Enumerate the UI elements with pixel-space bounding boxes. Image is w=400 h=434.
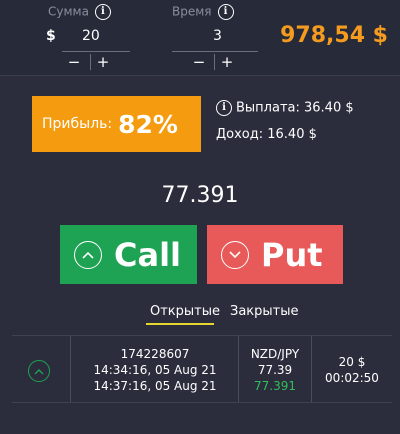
chevron-up-icon bbox=[74, 240, 102, 269]
time-label-text: Время bbox=[172, 4, 212, 19]
trade-id: 174228607 bbox=[120, 347, 190, 361]
time-input-underline bbox=[172, 51, 258, 52]
time-stepper-divider bbox=[214, 54, 215, 70]
profit-percent: 82% bbox=[118, 109, 178, 139]
time-label: Время i bbox=[172, 4, 234, 20]
profit-label: Прибыль: bbox=[42, 116, 113, 132]
trade-pair: NZD/JPY bbox=[250, 347, 300, 361]
payout-info-icon[interactable]: i bbox=[216, 100, 232, 116]
amount-info-icon[interactable]: i bbox=[94, 4, 111, 20]
tab-closed-trades[interactable]: Закрытые bbox=[230, 304, 299, 319]
active-tab-indicator bbox=[146, 323, 214, 325]
time-input[interactable]: 3 bbox=[213, 28, 222, 44]
trade-direction-up-icon bbox=[28, 360, 50, 382]
trade-current-price: 77.391 bbox=[254, 379, 296, 393]
trade-open-time: 14:34:16, 05 Aug 21 bbox=[93, 363, 217, 377]
profit-badge: Прибыль: 82% bbox=[32, 96, 201, 152]
time-plus-button[interactable]: + bbox=[216, 54, 238, 70]
amount-stepper-divider bbox=[90, 54, 91, 70]
call-button-label: Call bbox=[114, 235, 182, 274]
amount-minus-button[interactable]: − bbox=[63, 54, 85, 70]
trade-amount: 20 $ bbox=[338, 355, 366, 369]
payout-info: i Выплата: 36.40 $ bbox=[216, 100, 354, 116]
row-divider bbox=[70, 336, 71, 402]
income-text: Доход: 16.40 $ bbox=[216, 127, 317, 142]
trade-close-time: 14:37:16, 05 Aug 21 bbox=[93, 379, 217, 393]
trade-id-cell: 174228607 14:34:16, 05 Aug 21 14:37:16, … bbox=[72, 346, 238, 394]
amount-input-underline bbox=[62, 51, 130, 52]
trade-settings-bar: Сумма i $ 20 − + Время i 3 − + 978,54 $ bbox=[0, 0, 400, 76]
tab-open-trades[interactable]: Открытые bbox=[150, 304, 220, 319]
payout-text: Выплата: 36.40 $ bbox=[236, 100, 354, 116]
call-button[interactable]: Call bbox=[60, 225, 197, 284]
trade-amount-cell: 20 $ 00:02:50 bbox=[312, 354, 392, 386]
amount-input[interactable]: 20 bbox=[82, 28, 100, 44]
table-row[interactable]: 174228607 14:34:16, 05 Aug 21 14:37:16, … bbox=[12, 335, 392, 403]
put-button[interactable]: Put bbox=[207, 225, 343, 284]
time-info-icon[interactable]: i bbox=[217, 4, 234, 20]
time-minus-button[interactable]: − bbox=[188, 54, 210, 70]
amount-label-text: Сумма bbox=[48, 4, 89, 19]
chevron-down-icon bbox=[221, 240, 249, 269]
put-button-label: Put bbox=[261, 235, 323, 274]
trade-remaining-time: 00:02:50 bbox=[325, 371, 379, 385]
trade-pair-cell: NZD/JPY 77.39 77.391 bbox=[239, 346, 311, 394]
trade-open-price: 77.39 bbox=[257, 363, 293, 377]
amount-label: Сумма i bbox=[48, 4, 111, 20]
account-balance: 978,54 $ bbox=[280, 23, 388, 48]
amount-plus-button[interactable]: + bbox=[92, 54, 114, 70]
currency-symbol: $ bbox=[46, 28, 56, 44]
current-price: 77.391 bbox=[161, 183, 239, 208]
